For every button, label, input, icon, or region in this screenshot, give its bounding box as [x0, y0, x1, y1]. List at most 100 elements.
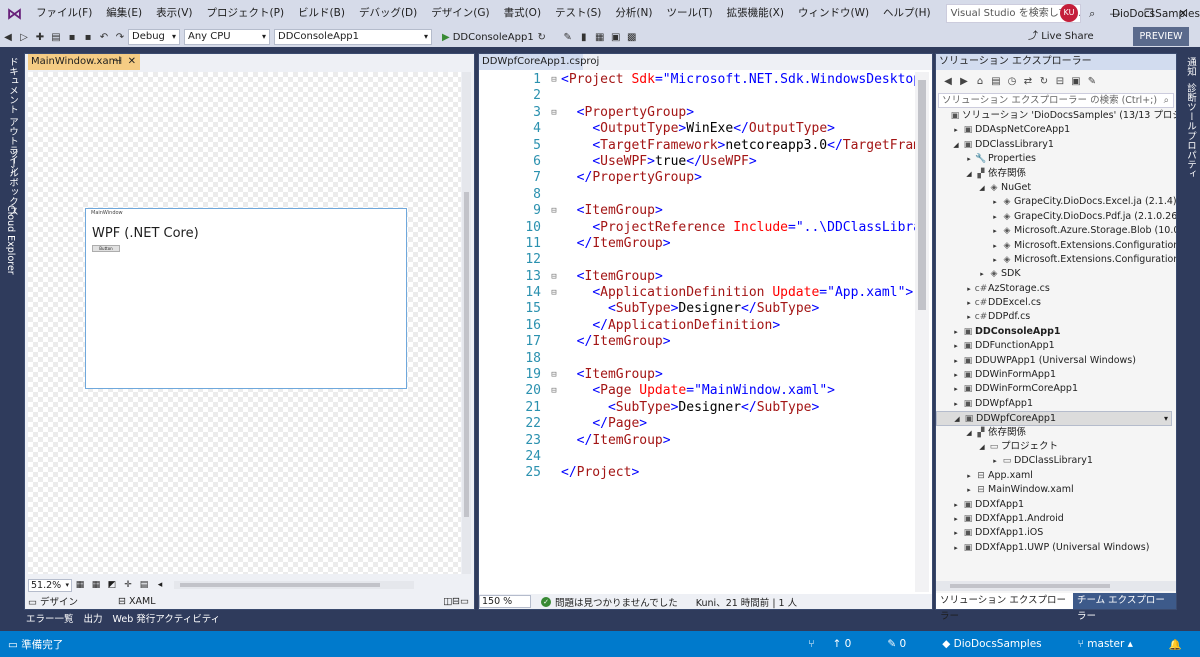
tree-item[interactable]: ▸ ▣ DDWinFormApp1 — [936, 368, 1176, 382]
code-line[interactable]: <SubType>Designer</SubType> — [561, 400, 917, 416]
expander-icon[interactable]: ▸ — [964, 310, 974, 324]
tree-item[interactable]: ▸ ⊟ MainWindow.xaml — [936, 483, 1176, 497]
fold-marker[interactable]: ⊟ — [548, 72, 560, 88]
show-all-icon[interactable]: ▣ — [1068, 76, 1084, 87]
back-icon[interactable]: ◀ — [940, 76, 956, 87]
menu-item[interactable]: 書式(O) — [497, 0, 548, 27]
notification-bell-icon[interactable]: 🔔 — [1169, 638, 1182, 651]
expander-icon[interactable]: ▸ — [951, 339, 961, 353]
expander-icon[interactable]: ▸ — [990, 253, 1000, 267]
forward-icon[interactable]: ▷ — [16, 32, 32, 43]
branch-status[interactable]: ⑂ master ▴ — [1078, 638, 1151, 650]
code-line[interactable]: <Page Update="MainWindow.xaml"> — [561, 383, 917, 399]
tab-team-explorer[interactable]: チーム エクスプローラー — [1072, 593, 1176, 622]
platform-select[interactable]: Any CPU — [184, 29, 270, 45]
tree-item[interactable]: ▸ ▣ DDWpfApp1 — [936, 397, 1176, 411]
code-line[interactable]: <OutputType>WinExe</OutputType> — [561, 121, 917, 137]
editor-zoom-select[interactable]: 150 % — [479, 595, 531, 608]
expander-icon[interactable]: ▸ — [951, 526, 961, 540]
code-line[interactable]: </Page> — [561, 416, 917, 432]
changes-status[interactable]: ✎ 0 — [887, 638, 924, 650]
notifications-tab[interactable]: 通知 — [1183, 57, 1197, 76]
expander-icon[interactable]: ▸ — [951, 368, 961, 382]
visual-studio-logo-icon[interactable]: ⋈ — [0, 0, 29, 27]
tool-icon[interactable]: ✎ — [560, 32, 576, 43]
tree-item[interactable]: ▣ソリューション 'DioDocsSamples' (13/13 プロジェクト) — [936, 109, 1176, 123]
menu-item[interactable]: プロジェクト(P) — [200, 0, 292, 27]
search-icon[interactable]: ⌕ — [1164, 94, 1169, 107]
expander-icon[interactable]: ▸ — [951, 512, 961, 526]
expander-icon[interactable]: ▸ — [951, 498, 961, 512]
wpf-window-preview[interactable]: MainWindow WPF (.NET Core) Button — [85, 208, 407, 389]
menu-item[interactable]: デバッグ(D) — [352, 0, 424, 27]
expander-icon[interactable]: ▸ — [951, 382, 961, 396]
expander-icon[interactable]: ▸ — [990, 210, 1000, 224]
designer-vertical-scrollbar[interactable] — [462, 72, 471, 574]
code-line[interactable]: <ItemGroup> — [561, 203, 917, 219]
expander-icon[interactable]: ▸ — [964, 152, 974, 166]
repo-status[interactable]: ◆ DioDocsSamples — [942, 638, 1059, 650]
expander-icon[interactable]: ◢ — [964, 426, 974, 440]
tree-item[interactable]: ◢ ▣ DDWpfCoreApp1 — [936, 411, 1172, 427]
solution-horizontal-scrollbar[interactable] — [936, 581, 1176, 591]
split-icon[interactable]: ◫⊟▭ — [443, 596, 469, 607]
expander-icon[interactable]: ▸ — [951, 541, 961, 555]
expander-icon[interactable]: ▸ — [951, 123, 961, 137]
designer-horizontal-scrollbar[interactable] — [174, 581, 414, 589]
expander-icon[interactable]: ◢ — [977, 440, 987, 454]
expander-icon[interactable]: ◢ — [977, 181, 987, 195]
step-icon[interactable]: ▮ — [576, 32, 592, 43]
refresh-icon[interactable]: ↻ — [534, 32, 550, 43]
code-line[interactable] — [561, 187, 917, 203]
git-icon[interactable]: ⑂ — [808, 638, 814, 650]
fold-marker[interactable]: ⊟ — [548, 203, 560, 219]
code-area[interactable]: 1 2 3 4 5 6 7 8 9 10 11 12 13 14 15 16 17 18 19 20 21 22 23 24 2… — [479, 72, 917, 592]
menu-item[interactable]: ツール(T) — [659, 0, 719, 27]
grid-icon[interactable]: ▦ — [72, 580, 88, 590]
cloud-explorer-tab[interactable]: Cloud Explorer — [5, 205, 16, 275]
tree-item[interactable]: ▸ c#DDExcel.cs — [936, 296, 1176, 310]
tree-item[interactable]: ◢ ▞ 依存関係 — [936, 426, 1176, 440]
tree-item[interactable]: ▸ ◈ GrapeCity.DioDocs.Excel.ja (2.1.4) — [936, 195, 1176, 209]
blame-info[interactable]: Kuni、21 時間前 | 1 人 — [696, 595, 797, 609]
tree-item[interactable]: ▸ ▣ DDUWPApp1 (Universal Windows) — [936, 354, 1176, 368]
tree-item[interactable]: ▸◈Microsoft.Extensions.Configuration.Jso — [936, 253, 1176, 267]
undo-icon[interactable]: ↶ — [96, 32, 112, 43]
code-line[interactable]: <ItemGroup> — [561, 269, 917, 285]
code-line[interactable] — [561, 252, 917, 268]
save-icon[interactable]: ▪ — [64, 32, 80, 43]
menu-item[interactable]: デザイン(G) — [424, 0, 496, 27]
design-tab[interactable]: ▭ デザイン — [28, 594, 98, 608]
grid-snap-icon[interactable]: ▦ — [88, 580, 104, 590]
expander-icon[interactable]: ▸ — [964, 469, 974, 483]
source-text[interactable]: <Project Sdk="Microsoft.NET.Sdk.WindowsD… — [561, 72, 917, 482]
menu-item[interactable]: 表示(V) — [149, 0, 199, 27]
tree-item[interactable]: ▸ ▣ DDWinFormCoreApp1 — [936, 382, 1176, 396]
code-line[interactable]: <SubType>Designer</SubType> — [561, 301, 917, 317]
avatar[interactable]: KU — [1060, 4, 1078, 22]
tree-item[interactable]: ▸ ◈ SDK — [936, 267, 1176, 281]
editor-vertical-scrollbar[interactable] — [915, 72, 929, 592]
code-line[interactable]: </ApplicationDefinition> — [561, 318, 917, 334]
collapse-icon[interactable]: ⊟ — [1052, 76, 1068, 87]
code-line[interactable]: <Project Sdk="Microsoft.NET.Sdk.WindowsD… — [561, 72, 917, 88]
menu-item[interactable]: ビルド(B) — [291, 0, 352, 27]
menu-item[interactable]: 拡張機能(X) — [720, 0, 791, 27]
tab-error-list[interactable]: エラー一覧 — [22, 612, 78, 628]
code-line[interactable]: <PropertyGroup> — [561, 105, 917, 121]
history-icon[interactable]: ◷ — [1004, 76, 1020, 87]
code-line[interactable]: </ItemGroup> — [561, 433, 917, 449]
expander-icon[interactable]: ◢ — [964, 167, 974, 181]
expander-icon[interactable]: ▸ — [990, 195, 1000, 209]
back-icon[interactable]: ◀ — [0, 32, 16, 43]
redo-icon[interactable]: ↷ — [112, 32, 128, 43]
code-line[interactable]: <ProjectReference Include="..\DDClassLib… — [561, 220, 917, 236]
code-line[interactable] — [561, 449, 917, 465]
tab-mainwindow-xaml[interactable]: MainWindow.xaml ⊣ ✕ — [28, 54, 140, 70]
close-icon[interactable]: ✕ — [1166, 0, 1200, 27]
code-line[interactable]: </ItemGroup> — [561, 236, 917, 252]
expander-icon[interactable]: ▸ — [951, 325, 961, 339]
tab-output[interactable]: 出力 — [80, 612, 107, 628]
tree-item[interactable]: ◢ ▣ DDClassLibrary1 — [936, 138, 1176, 152]
expander-icon[interactable]: ▸ — [990, 239, 1000, 253]
